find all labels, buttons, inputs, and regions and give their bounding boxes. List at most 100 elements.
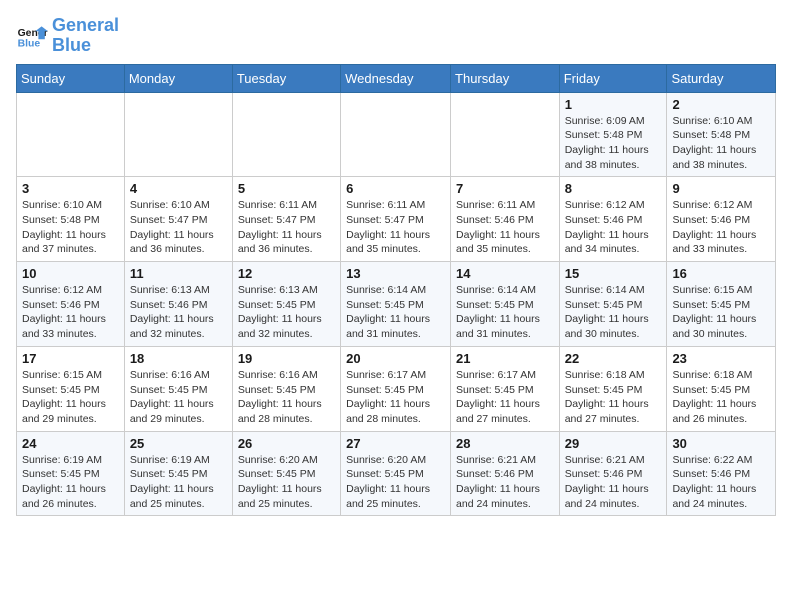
- calendar-week-row: 17Sunrise: 6:15 AM Sunset: 5:45 PM Dayli…: [17, 346, 776, 431]
- day-number: 8: [565, 181, 662, 196]
- day-number: 26: [238, 436, 335, 451]
- calendar-cell: 10Sunrise: 6:12 AM Sunset: 5:46 PM Dayli…: [17, 262, 125, 347]
- day-info: Sunrise: 6:09 AM Sunset: 5:48 PM Dayligh…: [565, 114, 662, 173]
- day-number: 6: [346, 181, 445, 196]
- calendar-cell: 18 Sunrise: 6:16 AM Sunset: 5:45 PM Dayli…: [124, 346, 232, 431]
- calendar-cell: 23Sunrise: 6:18 AM Sunset: 5:45 PM Dayli…: [667, 346, 776, 431]
- calendar-header-row: SundayMondayTuesdayWednesdayThursdayFrid…: [17, 64, 776, 92]
- calendar-week-row: 10Sunrise: 6:12 AM Sunset: 5:46 PM Dayli…: [17, 262, 776, 347]
- calendar-week-row: 24 Sunrise: 6:19 AM Sunset: 5:45 PM Dayli…: [17, 431, 776, 516]
- day-number: 11: [130, 266, 227, 281]
- calendar-cell: 16Sunrise: 6:15 AM Sunset: 5:45 PM Dayli…: [667, 262, 776, 347]
- day-info: Sunrise: 6:10 AM Sunset: 5:47 PM Dayligh…: [130, 198, 227, 257]
- day-info: Sunrise: 6:14 AM Sunset: 5:45 PM Dayligh…: [565, 283, 662, 342]
- day-number: 1: [565, 97, 662, 112]
- calendar-cell: 22 Sunrise: 6:18 AM Sunset: 5:45 PM Dayli…: [559, 346, 667, 431]
- day-number: 24: [22, 436, 119, 451]
- day-number: 18: [130, 351, 227, 366]
- day-info: Sunrise: 6:21 AM Sunset: 5:46 PM Dayligh…: [456, 453, 554, 512]
- calendar-cell: [124, 92, 232, 177]
- day-info: Sunrise: 6:16 AM Sunset: 5:45 PM Dayligh…: [130, 368, 227, 427]
- calendar-cell: 11 Sunrise: 6:13 AM Sunset: 5:46 PM Dayli…: [124, 262, 232, 347]
- day-info: Sunrise: 6:18 AM Sunset: 5:45 PM Dayligh…: [565, 368, 662, 427]
- day-info: Sunrise: 6:22 AM Sunset: 5:46 PM Dayligh…: [672, 453, 770, 512]
- calendar-cell: 6Sunrise: 6:11 AM Sunset: 5:47 PM Daylig…: [341, 177, 451, 262]
- calendar-header-friday: Friday: [559, 64, 667, 92]
- calendar-cell: 3 Sunrise: 6:10 AM Sunset: 5:48 PM Daylig…: [17, 177, 125, 262]
- calendar-cell: 30 Sunrise: 6:22 AM Sunset: 5:46 PM Dayli…: [667, 431, 776, 516]
- calendar-cell: 5Sunrise: 6:11 AM Sunset: 5:47 PM Daylig…: [232, 177, 340, 262]
- calendar-cell: 4Sunrise: 6:10 AM Sunset: 5:47 PM Daylig…: [124, 177, 232, 262]
- calendar-header-sunday: Sunday: [17, 64, 125, 92]
- day-info: Sunrise: 6:13 AM Sunset: 5:45 PM Dayligh…: [238, 283, 335, 342]
- calendar-header-wednesday: Wednesday: [341, 64, 451, 92]
- day-info: Sunrise: 6:15 AM Sunset: 5:45 PM Dayligh…: [672, 283, 770, 342]
- day-number: 15: [565, 266, 662, 281]
- day-number: 22: [565, 351, 662, 366]
- day-info: Sunrise: 6:10 AM Sunset: 5:48 PM Dayligh…: [22, 198, 119, 257]
- day-number: 20: [346, 351, 445, 366]
- logo-icon: General Blue: [16, 20, 48, 52]
- logo-text: GeneralBlue: [52, 16, 119, 56]
- calendar-cell: 19 Sunrise: 6:16 AM Sunset: 5:45 PM Dayli…: [232, 346, 340, 431]
- day-number: 10: [22, 266, 119, 281]
- day-info: Sunrise: 6:11 AM Sunset: 5:47 PM Dayligh…: [238, 198, 335, 257]
- day-number: 13: [346, 266, 445, 281]
- calendar-cell: 24 Sunrise: 6:19 AM Sunset: 5:45 PM Dayli…: [17, 431, 125, 516]
- calendar-week-row: 1 Sunrise: 6:09 AM Sunset: 5:48 PM Daylig…: [17, 92, 776, 177]
- calendar-cell: 25 Sunrise: 6:19 AM Sunset: 5:45 PM Dayli…: [124, 431, 232, 516]
- day-number: 29: [565, 436, 662, 451]
- day-info: Sunrise: 6:12 AM Sunset: 5:46 PM Dayligh…: [672, 198, 770, 257]
- calendar-cell: 28 Sunrise: 6:21 AM Sunset: 5:46 PM Dayli…: [451, 431, 560, 516]
- day-number: 28: [456, 436, 554, 451]
- calendar-header-saturday: Saturday: [667, 64, 776, 92]
- calendar-table: SundayMondayTuesdayWednesdayThursdayFrid…: [16, 64, 776, 517]
- day-number: 19: [238, 351, 335, 366]
- calendar-cell: [451, 92, 560, 177]
- calendar-cell: 20 Sunrise: 6:17 AM Sunset: 5:45 PM Dayli…: [341, 346, 451, 431]
- day-info: Sunrise: 6:12 AM Sunset: 5:46 PM Dayligh…: [565, 198, 662, 257]
- calendar-cell: 8 Sunrise: 6:12 AM Sunset: 5:46 PM Daylig…: [559, 177, 667, 262]
- calendar-header-thursday: Thursday: [451, 64, 560, 92]
- calendar-cell: [232, 92, 340, 177]
- svg-text:Blue: Blue: [18, 38, 41, 49]
- calendar-cell: 2 Sunrise: 6:10 AM Sunset: 5:48 PM Daylig…: [667, 92, 776, 177]
- day-info: Sunrise: 6:14 AM Sunset: 5:45 PM Dayligh…: [456, 283, 554, 342]
- calendar-cell: [341, 92, 451, 177]
- day-number: 27: [346, 436, 445, 451]
- day-number: 3: [22, 181, 119, 196]
- day-info: Sunrise: 6:19 AM Sunset: 5:45 PM Dayligh…: [130, 453, 227, 512]
- calendar-cell: 9 Sunrise: 6:12 AM Sunset: 5:46 PM Daylig…: [667, 177, 776, 262]
- day-info: Sunrise: 6:20 AM Sunset: 5:45 PM Dayligh…: [346, 453, 445, 512]
- day-info: Sunrise: 6:13 AM Sunset: 5:46 PM Dayligh…: [130, 283, 227, 342]
- day-info: Sunrise: 6:19 AM Sunset: 5:45 PM Dayligh…: [22, 453, 119, 512]
- day-info: Sunrise: 6:11 AM Sunset: 5:46 PM Dayligh…: [456, 198, 554, 257]
- calendar-week-row: 3 Sunrise: 6:10 AM Sunset: 5:48 PM Daylig…: [17, 177, 776, 262]
- day-number: 14: [456, 266, 554, 281]
- calendar-cell: 1 Sunrise: 6:09 AM Sunset: 5:48 PM Daylig…: [559, 92, 667, 177]
- day-number: 12: [238, 266, 335, 281]
- day-info: Sunrise: 6:16 AM Sunset: 5:45 PM Dayligh…: [238, 368, 335, 427]
- day-number: 30: [672, 436, 770, 451]
- calendar-cell: 29 Sunrise: 6:21 AM Sunset: 5:46 PM Dayli…: [559, 431, 667, 516]
- day-number: 9: [672, 181, 770, 196]
- day-info: Sunrise: 6:21 AM Sunset: 5:46 PM Dayligh…: [565, 453, 662, 512]
- calendar-cell: 12 Sunrise: 6:13 AM Sunset: 5:45 PM Dayli…: [232, 262, 340, 347]
- calendar-cell: 27 Sunrise: 6:20 AM Sunset: 5:45 PM Dayli…: [341, 431, 451, 516]
- day-info: Sunrise: 6:20 AM Sunset: 5:45 PM Dayligh…: [238, 453, 335, 512]
- day-number: 2: [672, 97, 770, 112]
- page-header: General Blue GeneralBlue: [16, 16, 776, 56]
- calendar-header-tuesday: Tuesday: [232, 64, 340, 92]
- day-info: Sunrise: 6:10 AM Sunset: 5:48 PM Dayligh…: [672, 114, 770, 173]
- calendar-header-monday: Monday: [124, 64, 232, 92]
- day-number: 7: [456, 181, 554, 196]
- day-number: 25: [130, 436, 227, 451]
- calendar-cell: 14 Sunrise: 6:14 AM Sunset: 5:45 PM Dayli…: [451, 262, 560, 347]
- day-info: Sunrise: 6:18 AM Sunset: 5:45 PM Dayligh…: [672, 368, 770, 427]
- calendar-cell: 7 Sunrise: 6:11 AM Sunset: 5:46 PM Daylig…: [451, 177, 560, 262]
- day-info: Sunrise: 6:17 AM Sunset: 5:45 PM Dayligh…: [346, 368, 445, 427]
- calendar-cell: 26 Sunrise: 6:20 AM Sunset: 5:45 PM Dayli…: [232, 431, 340, 516]
- day-number: 21: [456, 351, 554, 366]
- calendar-cell: 15 Sunrise: 6:14 AM Sunset: 5:45 PM Dayli…: [559, 262, 667, 347]
- day-number: 17: [22, 351, 119, 366]
